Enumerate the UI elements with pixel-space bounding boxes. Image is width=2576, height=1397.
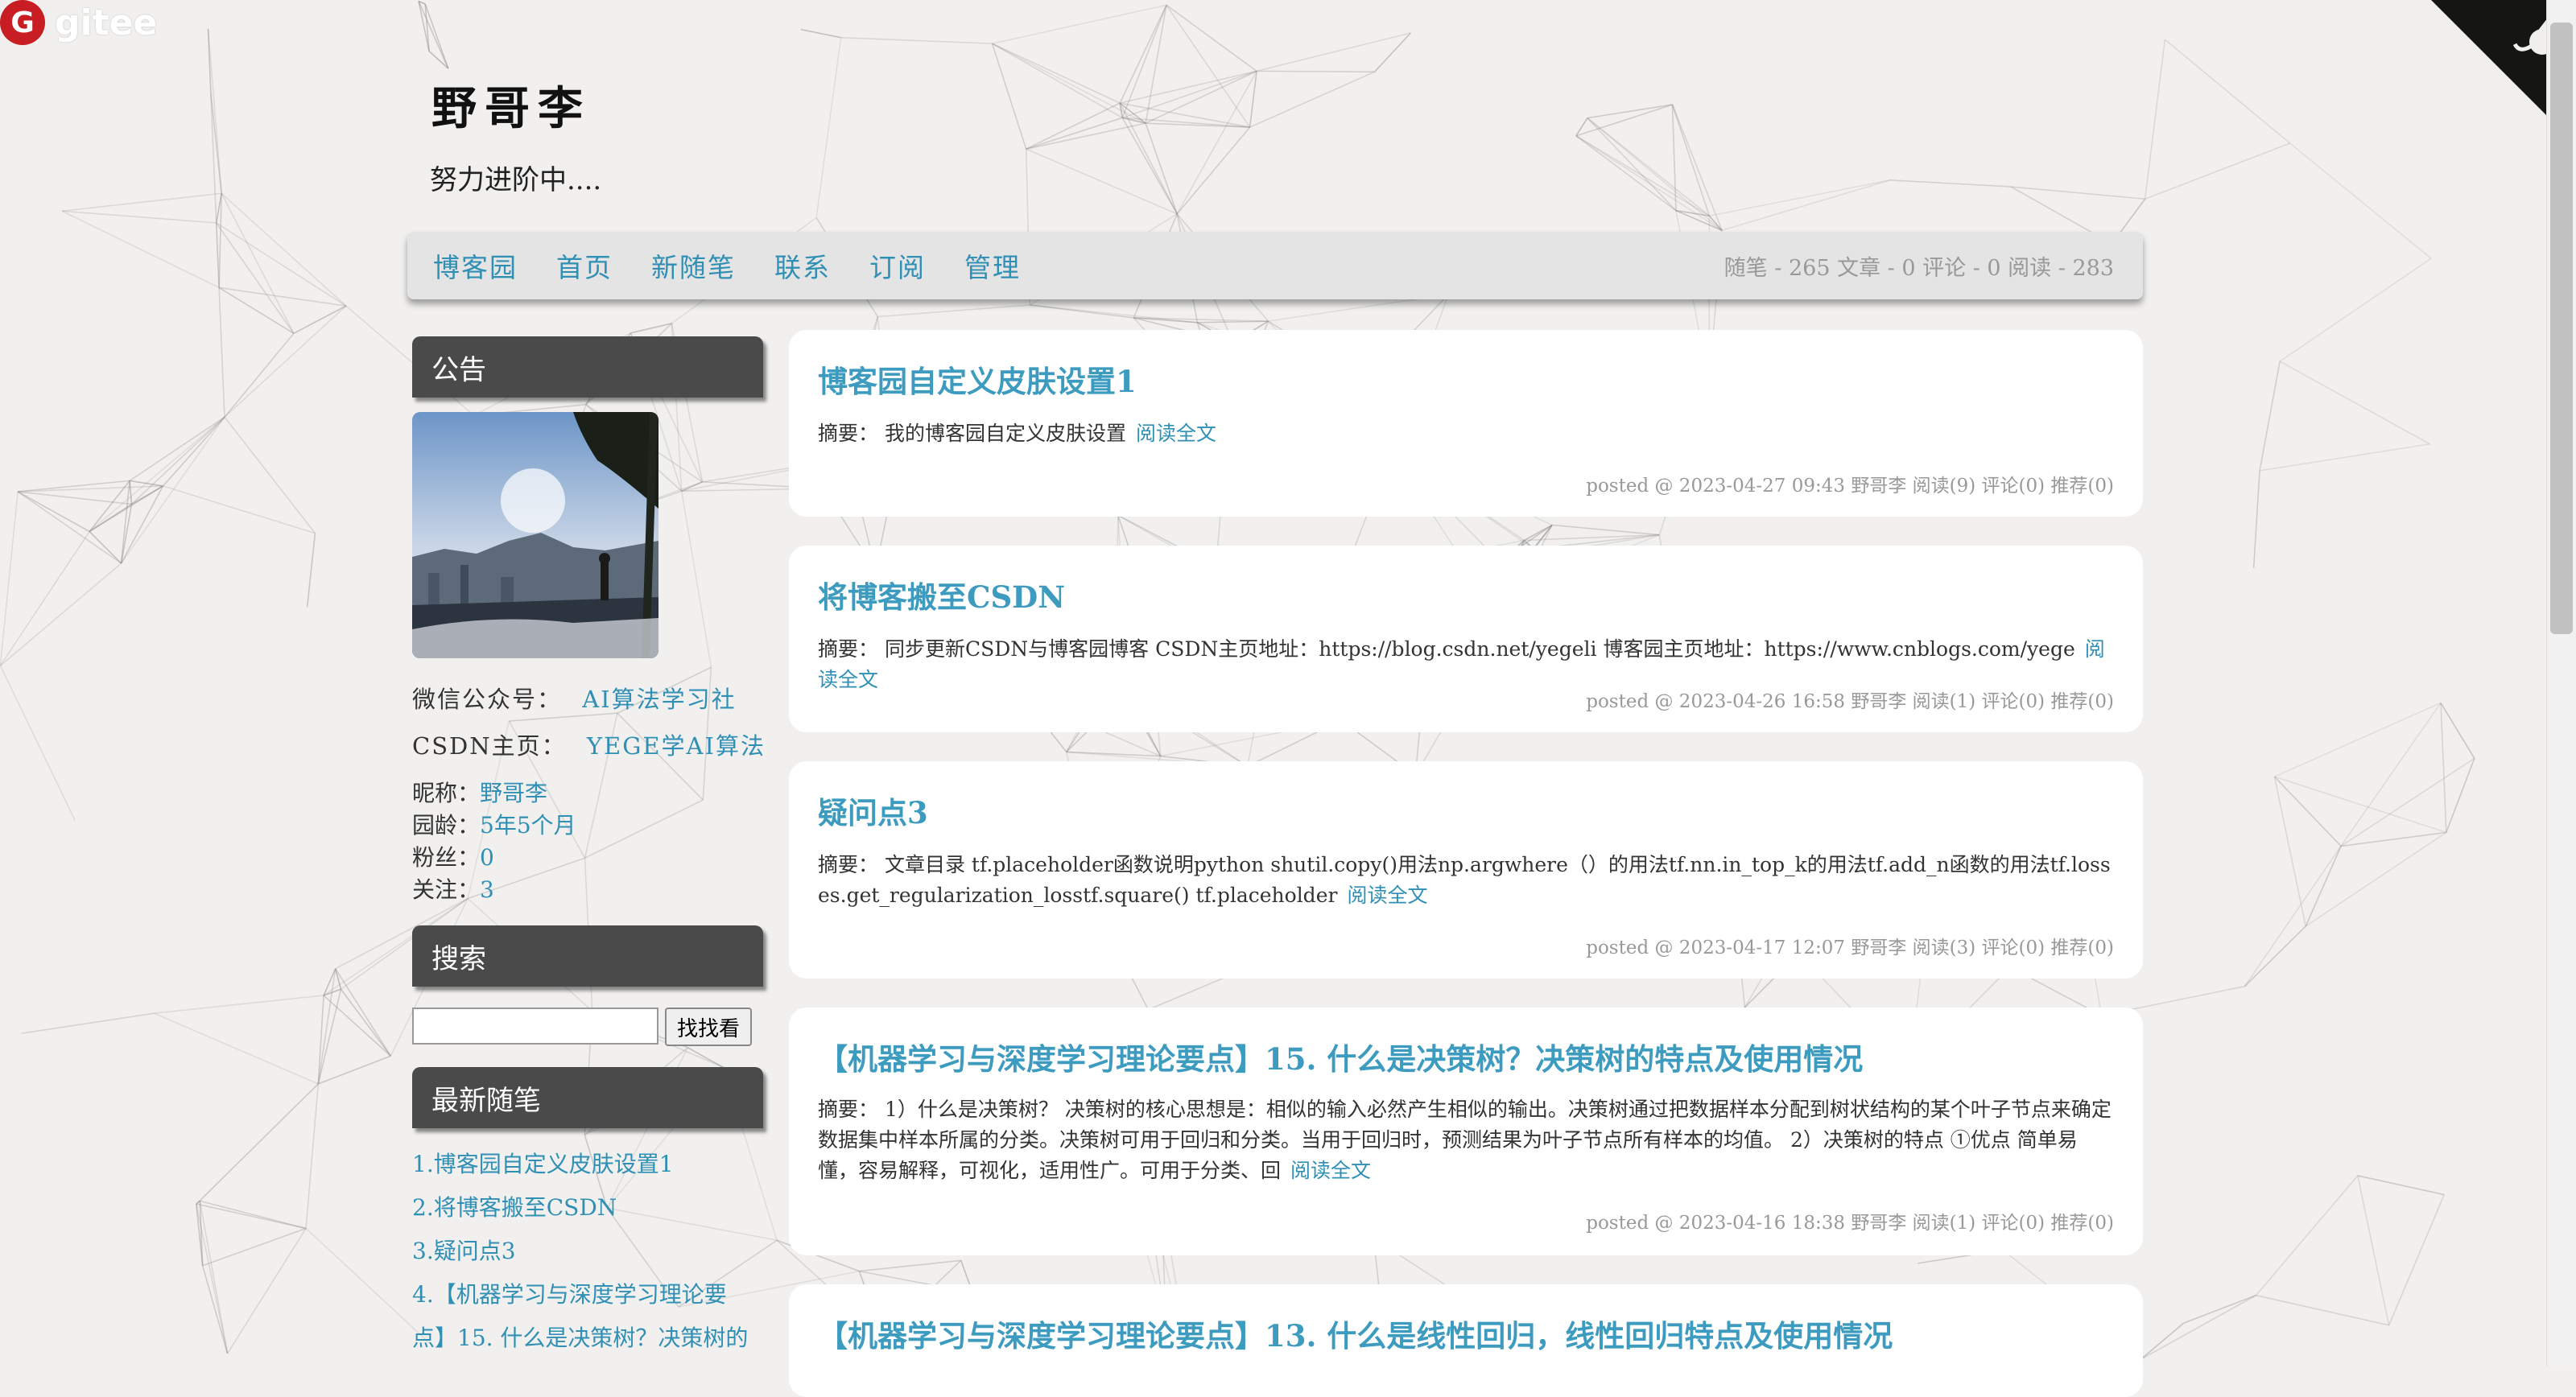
navigation-bar: 博客园 首页 新随笔 联系 订阅 管理 随笔 - 265 文章 - 0 评论 -… bbox=[407, 232, 2143, 299]
read-more-link[interactable]: 阅读全文 bbox=[1136, 422, 1216, 445]
scrollbar-thumb[interactable] bbox=[2550, 23, 2573, 634]
post-title[interactable]: 将博客搬至CSDN bbox=[818, 573, 1065, 616]
age-link[interactable]: 5年5个月 bbox=[480, 812, 576, 839]
nav-link-cnblogs[interactable]: 博客园 bbox=[433, 246, 518, 285]
post-meta: posted @ 2023-04-27 09:43 野哥李 阅读(9) 评论(0… bbox=[1586, 470, 2114, 497]
post-card: 将博客搬至CSDN 摘要： 同步更新CSDN与博客园博客 CSDN主页地址：ht… bbox=[789, 546, 2143, 732]
age-label: 园龄： bbox=[412, 812, 480, 839]
recent-post-link[interactable]: 2.将博客搬至CSDN bbox=[412, 1186, 750, 1230]
fans-link[interactable]: 0 bbox=[480, 844, 494, 871]
search-button[interactable]: 找找看 bbox=[665, 1008, 752, 1046]
follow-row: 关注：3 bbox=[412, 872, 494, 905]
follow-label: 关注： bbox=[412, 876, 480, 903]
post-meta: posted @ 2023-04-17 12:07 野哥李 阅读(3) 评论(0… bbox=[1586, 932, 2114, 959]
gitee-label: gitee bbox=[55, 2, 157, 43]
post-summary: 摘要： 我的博客园自定义皮肤设置阅读全文 bbox=[818, 418, 2114, 449]
nickname-row: 昵称：野哥李 bbox=[412, 776, 547, 808]
wechat-row: 微信公众号： AI算法学习社 bbox=[412, 681, 737, 715]
search-input[interactable] bbox=[412, 1008, 658, 1045]
post-summary: 摘要： 1）什么是决策树？ 决策树的核心思想是：相似的输入必然产生相似的输出。决… bbox=[818, 1094, 2114, 1186]
post-card: 【机器学习与深度学习理论要点】13. 什么是线性回归，线性回归特点及使用情况 bbox=[789, 1284, 2143, 1397]
summary-label: 摘要： bbox=[818, 637, 878, 661]
summary-text: 同步更新CSDN与博客园博客 CSDN主页地址：https://blog.csd… bbox=[885, 637, 2075, 661]
post-title[interactable]: 疑问点3 bbox=[818, 789, 928, 832]
post-summary: 摘要： 文章目录 tf.placeholder函数说明python shutil… bbox=[818, 850, 2114, 911]
csdn-link[interactable]: YEGE学AI算法 bbox=[587, 732, 766, 760]
avatar bbox=[412, 412, 658, 658]
recent-post-link[interactable]: 3.疑问点3 bbox=[412, 1230, 750, 1273]
follow-link[interactable]: 3 bbox=[480, 876, 494, 903]
blog-title[interactable]: 野哥李 bbox=[431, 72, 591, 138]
recent-post-link[interactable]: 4.【机器学习与深度学习理论要点】15. 什么是决策树？决策树的 bbox=[412, 1273, 750, 1360]
csdn-row: CSDN主页： YEGE学AI算法 bbox=[412, 727, 766, 761]
read-more-link[interactable]: 阅读全文 bbox=[1347, 884, 1427, 907]
nav-link-contact[interactable]: 联系 bbox=[774, 246, 831, 285]
recent-post-link[interactable]: 1.博客园自定义皮肤设置1 bbox=[412, 1143, 750, 1186]
post-card: 【机器学习与深度学习理论要点】15. 什么是决策树？决策树的特点及使用情况 摘要… bbox=[789, 1008, 2143, 1255]
summary-label: 摘要： bbox=[818, 422, 878, 445]
notice-heading: 公告 bbox=[412, 336, 763, 398]
summary-text: 文章目录 tf.placeholder函数说明python shutil.cop… bbox=[818, 853, 2111, 907]
wechat-link[interactable]: AI算法学习社 bbox=[582, 686, 736, 713]
read-more-link[interactable]: 阅读全文 bbox=[1290, 1159, 1371, 1182]
nickname-label: 昵称： bbox=[412, 780, 480, 806]
nav-link-admin[interactable]: 管理 bbox=[964, 246, 1021, 285]
post-title[interactable]: 【机器学习与深度学习理论要点】15. 什么是决策树？决策树的特点及使用情况 bbox=[818, 1035, 1863, 1078]
gitee-logo-icon: G bbox=[0, 0, 45, 45]
summary-text: 1）什么是决策树？ 决策树的核心思想是：相似的输入必然产生相似的输出。决策树通过… bbox=[818, 1098, 2112, 1182]
fans-label: 粉丝： bbox=[412, 844, 480, 871]
fans-row: 粉丝：0 bbox=[412, 840, 494, 872]
nav-link-home[interactable]: 首页 bbox=[556, 246, 613, 285]
search-heading: 搜索 bbox=[412, 925, 763, 987]
summary-label: 摘要： bbox=[818, 1098, 878, 1121]
blog-stats: 随笔 - 265 文章 - 0 评论 - 0 阅读 - 283 bbox=[1724, 232, 2114, 299]
nav-link-subscribe[interactable]: 订阅 bbox=[869, 246, 926, 285]
post-card: 博客园自定义皮肤设置1 摘要： 我的博客园自定义皮肤设置阅读全文 posted … bbox=[789, 330, 2143, 517]
nickname-link[interactable]: 野哥李 bbox=[480, 780, 547, 806]
recent-posts-heading: 最新随笔 bbox=[412, 1067, 763, 1128]
post-meta: posted @ 2023-04-16 18:38 野哥李 阅读(1) 评论(0… bbox=[1586, 1207, 2114, 1234]
post-meta: posted @ 2023-04-26 16:58 野哥李 阅读(1) 评论(0… bbox=[1586, 686, 2114, 713]
post-title[interactable]: 博客园自定义皮肤设置1 bbox=[818, 357, 1137, 401]
post-card: 疑问点3 摘要： 文章目录 tf.placeholder函数说明python s… bbox=[789, 761, 2143, 979]
nav-link-new-post[interactable]: 新随笔 bbox=[651, 246, 736, 285]
age-row: 园龄：5年5个月 bbox=[412, 808, 576, 840]
summary-text: 我的博客园自定义皮肤设置 bbox=[885, 422, 1126, 445]
post-title[interactable]: 【机器学习与深度学习理论要点】13. 什么是线性回归，线性回归特点及使用情况 bbox=[818, 1312, 1893, 1355]
blog-subtitle: 努力进阶中.... bbox=[430, 158, 601, 197]
csdn-label: CSDN主页： bbox=[412, 732, 567, 760]
page-scrollbar[interactable] bbox=[2546, 0, 2576, 1366]
summary-label: 摘要： bbox=[818, 853, 878, 876]
wechat-label: 微信公众号： bbox=[412, 686, 562, 713]
gitee-badge[interactable]: G gitee bbox=[0, 0, 157, 45]
